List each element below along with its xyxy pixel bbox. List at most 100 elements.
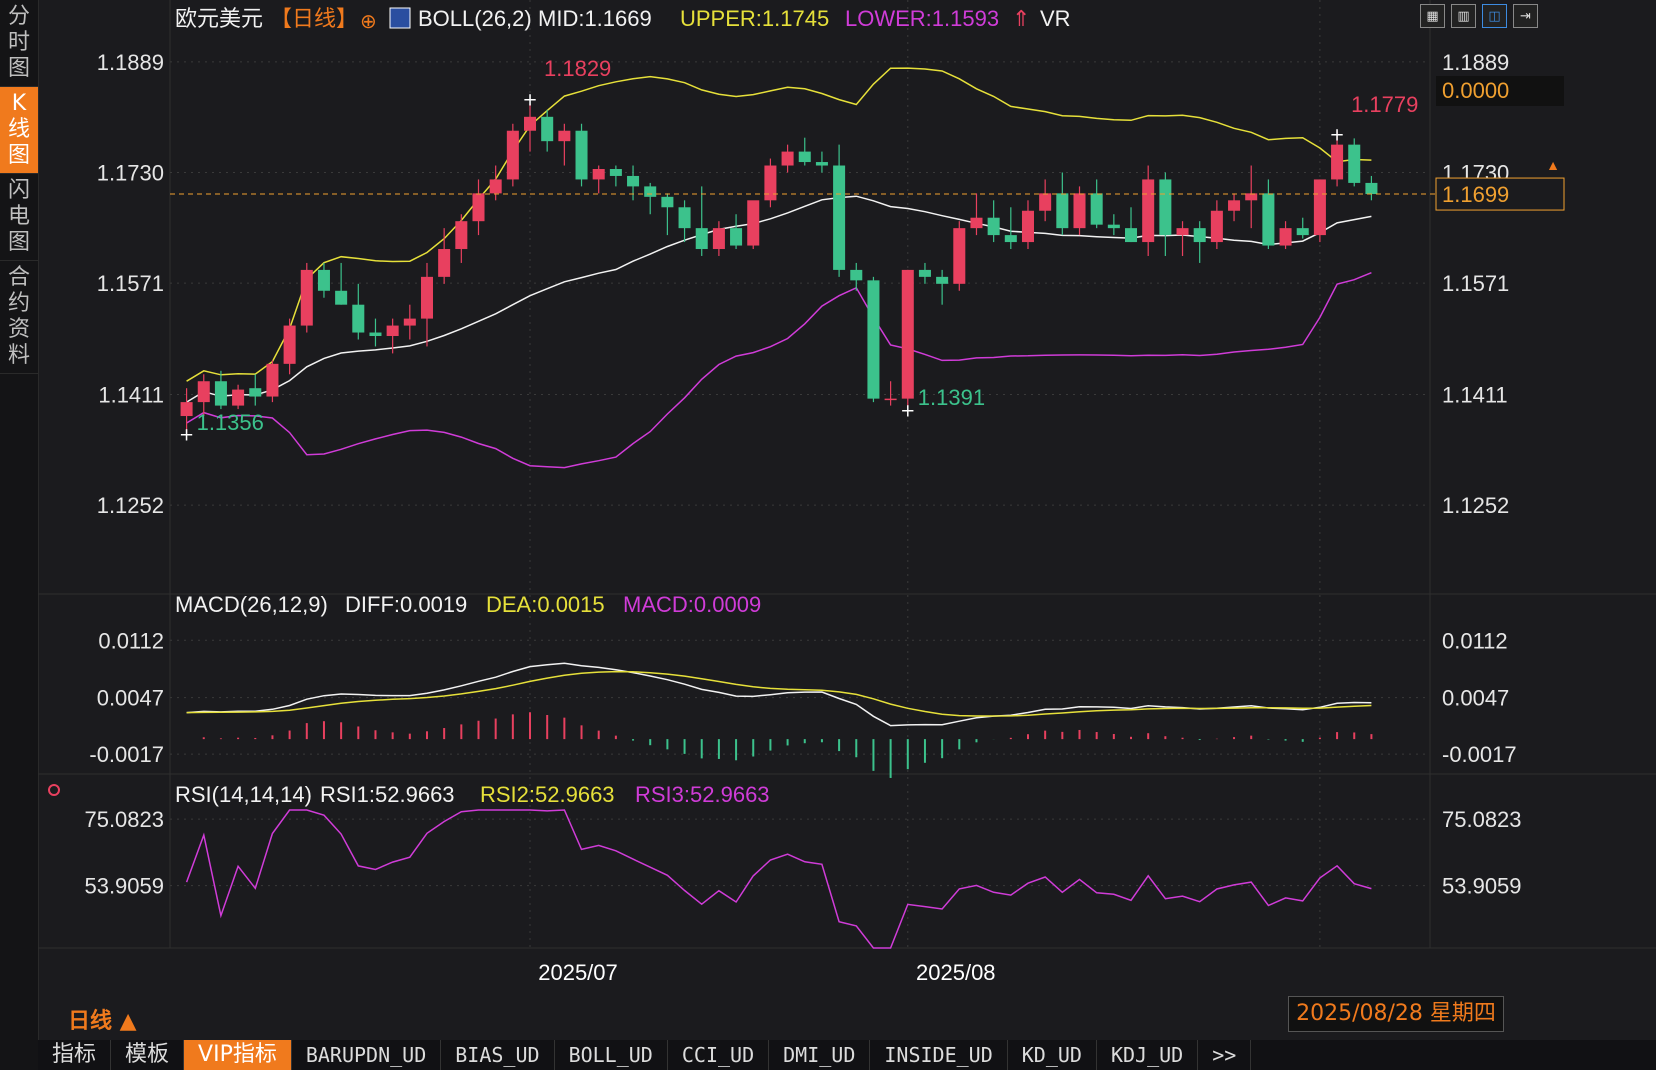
settings-icon: ⊕ [360, 11, 377, 33]
candle-body [1279, 228, 1292, 246]
candle-body [558, 130, 571, 142]
price-tick-left: 1.1252 [97, 493, 164, 518]
macd-tick-left: -0.0017 [89, 742, 164, 767]
candle-body [953, 228, 966, 284]
bottom-tab-4[interactable]: BIAS_UD [441, 1040, 555, 1070]
bottom-tab-8[interactable]: INSIDE_UD [870, 1040, 1008, 1070]
candle-body [867, 280, 880, 399]
bottom-tab-3[interactable]: BARUPDN_UD [292, 1040, 442, 1070]
candle-body [936, 276, 949, 284]
candle-body [798, 151, 811, 163]
candle-body [901, 269, 914, 399]
period-tag: 【日线】 [270, 6, 358, 31]
price-tick-left: 1.1889 [97, 50, 164, 75]
candle-body [1296, 228, 1309, 236]
bottom-tab-10[interactable]: KDJ_UD [1097, 1040, 1199, 1070]
vr-label: VR [1040, 6, 1071, 31]
bottom-tab-6[interactable]: CCI_UD [668, 1040, 770, 1070]
candle-body [850, 269, 863, 281]
rsi-tick-left: 75.0823 [84, 807, 164, 832]
candle-body [712, 228, 725, 250]
low-price-label: 1.1356 [197, 410, 264, 435]
candle-body [987, 217, 1000, 236]
candle-body [180, 402, 193, 417]
candle-body [506, 130, 519, 180]
bottom-tab-11[interactable]: >> [1198, 1040, 1252, 1070]
candle-body [1176, 228, 1189, 236]
rsi-label: RSI(14,14,14) [175, 782, 312, 807]
price-tick-right: 1.1889 [1442, 50, 1509, 75]
price-tick-right: 1.1252 [1442, 493, 1509, 518]
candle-body [472, 193, 485, 222]
candle-body [730, 228, 743, 246]
extreme-marker: + [179, 425, 194, 446]
candle-body [420, 276, 433, 319]
export-icon[interactable]: ⇥ [1513, 4, 1538, 28]
boll-lower-value: LOWER:1.1593 [845, 6, 999, 31]
candle-body [386, 325, 399, 337]
candle-body [970, 217, 983, 229]
bottom-tab-9[interactable]: KD_UD [1008, 1040, 1097, 1070]
extreme-marker: + [900, 400, 915, 421]
candle-body [266, 363, 279, 397]
candle-body [369, 332, 382, 337]
candle-body [764, 165, 777, 201]
candle-body [1073, 193, 1086, 229]
bottom-tab-7[interactable]: DMI_UD [769, 1040, 871, 1070]
candle-body [781, 151, 794, 166]
candle-body [1331, 144, 1344, 180]
macd-tick-left: 0.0112 [98, 628, 164, 653]
candle-body [1365, 182, 1378, 195]
macd-diff-value: DIFF:0.0019 [345, 592, 467, 617]
candle-body [283, 325, 296, 364]
candle-body [1193, 228, 1206, 243]
candle-body [884, 398, 897, 401]
chart-canvas[interactable]: 1.1889 1.18891.1730 1.17301.1571 1.15711.14… [0, 0, 1656, 1070]
macd-tick-right: 0.0112 [1442, 628, 1508, 653]
candle-body [1313, 179, 1326, 236]
period-label[interactable]: 日线 ▲ [68, 1003, 137, 1035]
rsi-line [185, 809, 1372, 949]
macd-tick-left: 0.0047 [97, 686, 164, 711]
candle-body [1021, 210, 1034, 243]
price-tick-left: 1.1730 [97, 160, 164, 185]
extreme-marker: + [522, 90, 537, 111]
candle-body [1039, 193, 1052, 211]
low-price-label-2: 1.1391 [918, 385, 985, 410]
date-badge: 2025/08/28 星期四 [1288, 996, 1504, 1032]
up-arrow-icon: ⇑ [1012, 6, 1030, 31]
macd-macd-value: MACD:0.0009 [623, 592, 761, 617]
rsi1-value: RSI1:52.9663 [320, 782, 455, 807]
macd-tick-right: -0.0017 [1442, 742, 1517, 767]
candle-body [335, 290, 348, 305]
boll-upper-line [186, 67, 1372, 382]
macd-tick-right: 0.0047 [1442, 686, 1509, 711]
chart-layout-icon[interactable]: ▥ [1451, 4, 1476, 28]
price-tick-left: 1.1411 [98, 382, 164, 407]
candle-body [438, 249, 451, 277]
rsi2-value: RSI2:52.9663 [480, 782, 615, 807]
high-price-label: 1.1829 [544, 56, 611, 81]
candle-body [661, 196, 674, 208]
bottom-tab-5[interactable]: BOLL_UD [555, 1040, 668, 1070]
bottom-tabs: 指标 模板 VIP指标 BARUPDN_UD BIAS_UD BOLL_UD CCI_UD D… [38, 1040, 1656, 1070]
bottom-tab-2[interactable]: VIP指标 [184, 1040, 292, 1070]
extreme-marker: + [1330, 124, 1345, 145]
last-price-value: 1.1699 [1442, 182, 1509, 207]
candle-body [352, 304, 365, 333]
bottom-tab-1[interactable]: 模板 [111, 1040, 185, 1070]
indicator-layout-icon[interactable]: ◫ [1482, 4, 1507, 28]
top-right-value: 0.0000 [1442, 78, 1509, 103]
candle-body [627, 175, 640, 187]
macd-label: MACD(26,12,9) [175, 592, 328, 617]
candle-body [833, 165, 846, 270]
candle-body [232, 389, 245, 406]
grid-layout-icon[interactable]: ▦ [1420, 4, 1445, 28]
price-arrow-icon: ▲ [1546, 157, 1560, 173]
candle-body [1210, 210, 1223, 243]
chart-toolbar: ▦ ▥ ◫ ⇥ [1420, 4, 1538, 28]
boll-label: BOLL(26,2) [418, 6, 532, 31]
alert-icon [48, 784, 60, 796]
price-tick-right: 1.1411 [1442, 382, 1508, 407]
bottom-tab-0[interactable]: 指标 [38, 1040, 112, 1070]
